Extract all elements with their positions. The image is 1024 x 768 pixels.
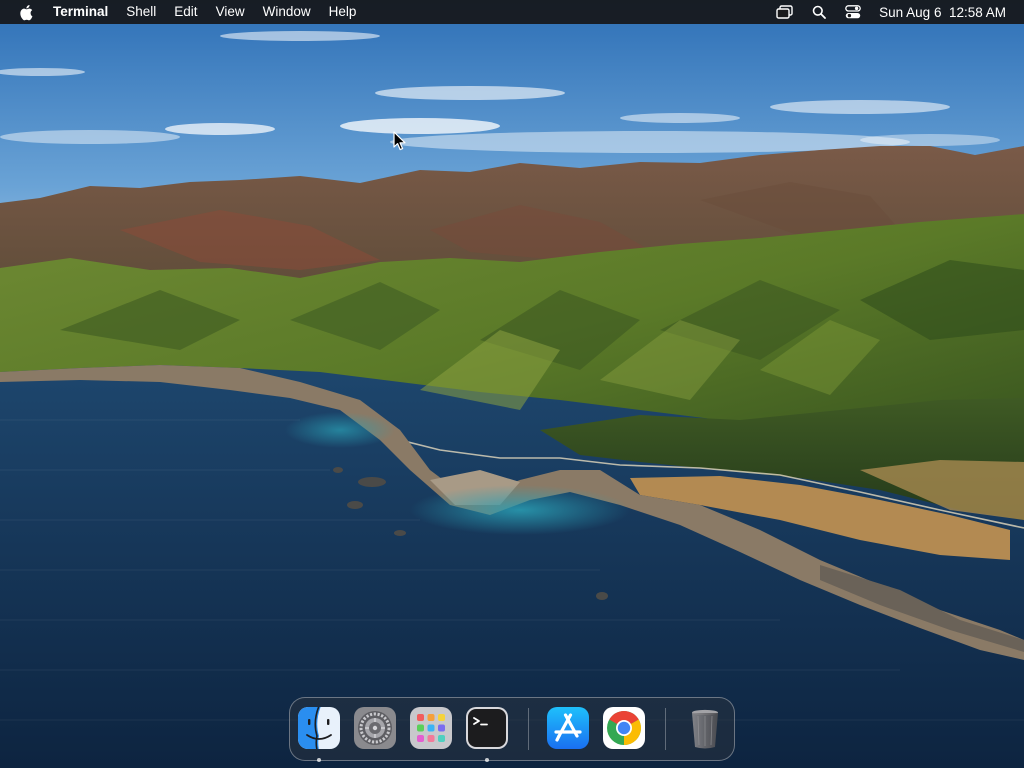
chrome-icon xyxy=(603,707,645,749)
launchpad-icon xyxy=(410,707,452,749)
menu-edit[interactable]: Edit xyxy=(165,0,206,24)
menu-app-name[interactable]: Terminal xyxy=(44,0,117,24)
mouse-cursor-icon xyxy=(393,131,406,151)
apple-logo-icon[interactable] xyxy=(17,0,35,24)
desktop-wallpaper xyxy=(0,0,1024,768)
menu-view[interactable]: View xyxy=(207,0,254,24)
dock-separator xyxy=(665,708,666,750)
running-indicator xyxy=(485,758,489,762)
menu-help[interactable]: Help xyxy=(320,0,366,24)
dock-item-finder[interactable] xyxy=(297,706,341,762)
system-preferences-icon xyxy=(354,707,396,749)
screen-mirroring-icon[interactable] xyxy=(775,0,795,24)
dock-item-chrome[interactable] xyxy=(602,706,646,750)
running-indicator xyxy=(317,758,321,762)
menu-window[interactable]: Window xyxy=(254,0,320,24)
dock xyxy=(289,697,735,762)
control-center-icon[interactable] xyxy=(843,0,863,24)
dock-item-terminal[interactable] xyxy=(465,706,509,762)
desktop[interactable]: Terminal Shell Edit View Window Help Sun… xyxy=(0,0,1024,768)
dock-item-app-store[interactable] xyxy=(546,706,590,750)
dock-item-trash[interactable] xyxy=(683,706,727,750)
menu-shell[interactable]: Shell xyxy=(117,0,165,24)
trash-icon xyxy=(692,709,718,749)
spotlight-search-icon[interactable] xyxy=(809,0,829,24)
dock-item-launchpad[interactable] xyxy=(409,706,453,750)
menu-bar-clock[interactable]: Sun Aug 6 12:58 AM xyxy=(879,5,1006,20)
menu-bar: Terminal Shell Edit View Window Help Sun… xyxy=(0,0,1024,24)
app-store-icon xyxy=(547,707,589,749)
dock-item-system-preferences[interactable] xyxy=(353,706,397,750)
finder-icon xyxy=(298,707,340,749)
dock-separator xyxy=(528,708,529,750)
terminal-icon xyxy=(466,707,508,749)
